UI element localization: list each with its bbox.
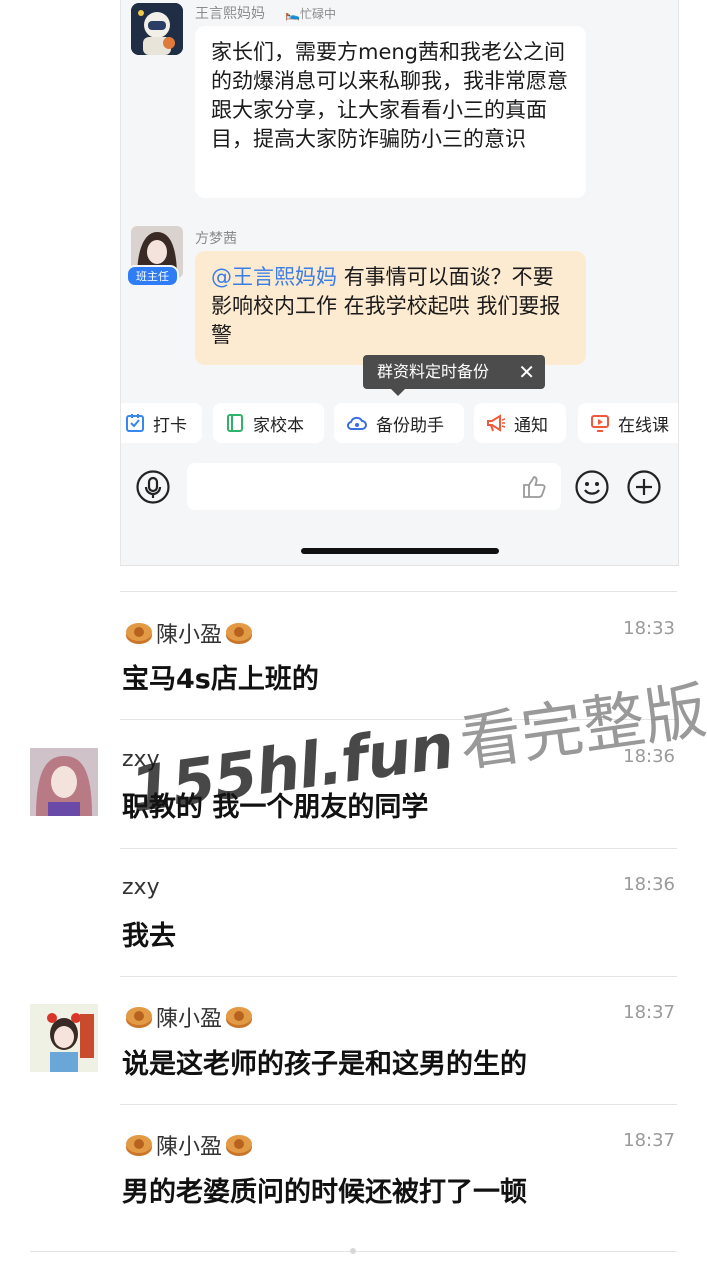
thumbs-up-icon[interactable] — [521, 474, 547, 504]
mooncake-icon — [225, 1133, 253, 1157]
cloud-backup-icon — [346, 413, 368, 433]
backup-tooltip: 群资料定时备份 ✕ — [363, 355, 545, 396]
comment-text: 宝马4s店上班的 — [122, 664, 319, 695]
comment-text: 职教的 我一个朋友的同学 — [122, 792, 429, 823]
comment-time: 18:36 — [623, 874, 675, 895]
quick-action-label: 打卡 — [153, 415, 187, 436]
home-indicator — [301, 548, 499, 554]
comment-time: 18:37 — [623, 1002, 675, 1023]
quick-action-label: 备份助手 — [376, 415, 444, 436]
sender-avatar[interactable] — [131, 3, 183, 55]
quick-action-homework[interactable]: 家校本 — [213, 403, 324, 443]
divider — [120, 719, 677, 720]
plus-icon — [627, 470, 661, 504]
comment-author[interactable]: 陳小盈 — [122, 1001, 256, 1033]
divider — [120, 591, 677, 592]
tooltip-text: 群资料定时备份 — [377, 362, 490, 381]
quick-action-label: 在线课 — [618, 415, 669, 436]
megaphone-icon — [486, 413, 506, 433]
quick-action-online-class[interactable]: 在线课 — [578, 403, 678, 443]
divider — [120, 1104, 677, 1105]
comment-text: 说是这老师的孩子是和这男的生的 — [122, 1049, 527, 1080]
close-icon[interactable]: ✕ — [518, 355, 535, 389]
status-badge: 🛌忙碌中 — [285, 7, 336, 21]
quick-action-backup[interactable]: 备份助手 — [334, 403, 464, 443]
quick-action-checkin[interactable]: 打卡 — [121, 403, 202, 443]
mooncake-icon — [225, 621, 253, 645]
comment-author[interactable]: zxy — [122, 747, 160, 772]
emoji-button[interactable] — [575, 470, 609, 504]
online-class-icon — [590, 413, 610, 433]
comment-time: 18:37 — [623, 1130, 675, 1151]
notebook-icon — [225, 413, 245, 433]
microphone-icon — [136, 470, 170, 504]
mooncake-icon — [225, 1005, 253, 1029]
comment-avatar[interactable] — [30, 1004, 98, 1072]
embedded-chat-screenshot: 王言熙妈妈 🛌忙碌中 家长们，需要方meng茜和我老公之间的劲爆消息可以来私聊我… — [120, 0, 679, 566]
more-button[interactable] — [627, 470, 661, 504]
message-bubble[interactable]: 家长们，需要方meng茜和我老公之间的劲爆消息可以来私聊我，我非常愿意跟大家分享… — [195, 26, 586, 198]
divider — [120, 976, 677, 977]
comment-author[interactable]: 陳小盈 — [122, 617, 256, 649]
quick-action-label: 家校本 — [253, 415, 304, 436]
sender-name: 王言熙妈妈 — [195, 6, 265, 22]
comment-text: 我去 — [122, 921, 176, 952]
mooncake-icon — [125, 1005, 153, 1029]
comment-text: 男的老婆质问的时候还被打了一顿 — [122, 1177, 527, 1208]
sender-name: 方梦茜 — [195, 231, 237, 247]
quick-action-notice[interactable]: 通知 — [474, 403, 566, 443]
smiley-icon — [575, 470, 609, 504]
comment-author[interactable]: 陳小盈 — [122, 1129, 256, 1161]
page-dot — [350, 1248, 356, 1254]
message-bubble[interactable]: @王言熙妈妈 有事情可以面谈？不要影响校内工作 在我学校起哄 我们要报警 — [195, 251, 586, 365]
message-input[interactable] — [187, 463, 561, 510]
mention-link[interactable]: @王言熙妈妈 — [211, 265, 337, 289]
checkin-icon — [125, 413, 145, 433]
voice-input-button[interactable] — [136, 470, 170, 504]
message-text: 家长们，需要方meng茜和我老公之间的劲爆消息可以来私聊我，我非常愿意跟大家分享… — [211, 40, 568, 151]
mooncake-icon — [125, 621, 153, 645]
mooncake-icon — [125, 1133, 153, 1157]
role-badge: 班主任 — [126, 265, 179, 287]
comment-time: 18:36 — [623, 746, 675, 767]
comment-author[interactable]: zxy — [122, 875, 160, 900]
divider — [120, 848, 677, 849]
comment-time: 18:33 — [623, 618, 675, 639]
quick-action-label: 通知 — [514, 415, 548, 436]
comment-avatar[interactable] — [30, 748, 98, 816]
busy-icon: 🛌 — [285, 7, 300, 21]
